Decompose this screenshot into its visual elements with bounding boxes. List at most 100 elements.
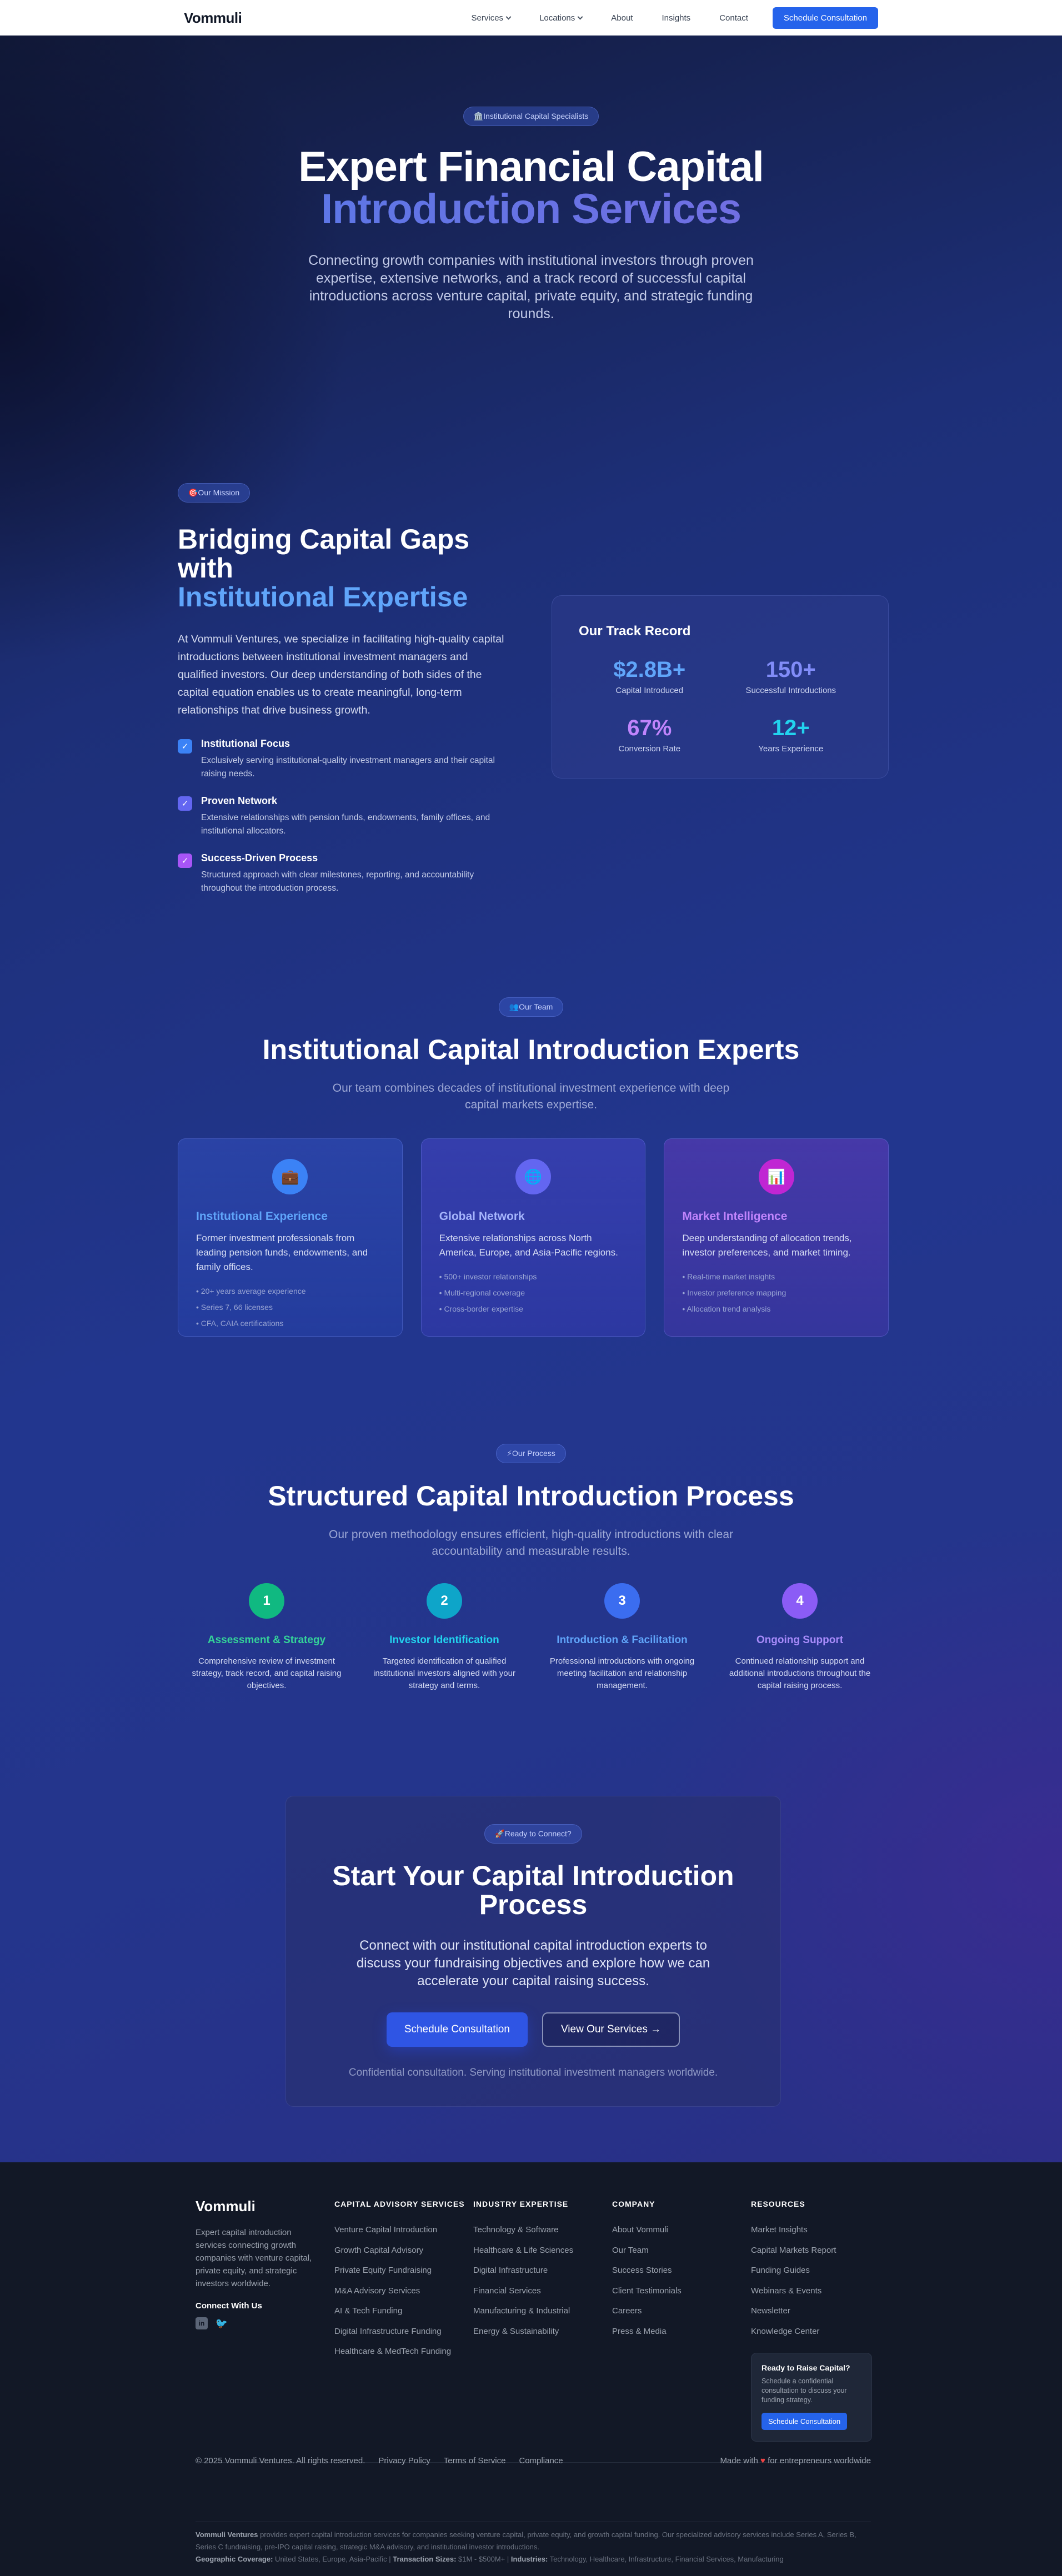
team-card-list: • Real-time market insights • Investor p… xyxy=(682,1269,870,1317)
feature-title: Proven Network xyxy=(201,795,278,806)
team-card-text: Deep understanding of allocation trends,… xyxy=(682,1233,852,1258)
geo-text: United States, Europe, Asia-Pacific | xyxy=(273,2555,393,2563)
site-logo[interactable]: Vommuli xyxy=(184,9,242,27)
briefcase-icon: 💼 xyxy=(272,1159,308,1194)
mission-title: Bridging Capital Gaps with Institutional… xyxy=(178,525,511,611)
industries-text: Technology, Healthcare, Infrastructure, … xyxy=(548,2555,784,2563)
team-card-title: Market Intelligence xyxy=(682,1210,788,1223)
nav-insights[interactable]: Insights xyxy=(662,13,690,23)
stat-label: Successful Introductions xyxy=(745,686,836,695)
footer-logo[interactable]: Vommuli xyxy=(196,2198,334,2215)
team-card-list: • 500+ investor relationships • Multi-re… xyxy=(439,1269,628,1317)
size-text: $1M - $500M+ | xyxy=(456,2555,511,2563)
schedule-consultation-button[interactable]: Schedule Consultation xyxy=(386,2012,528,2047)
stat-value: $2.8B+ xyxy=(613,657,686,682)
step-title: Investor Identification xyxy=(389,1634,499,1646)
twitter-icon[interactable]: 🐦 xyxy=(216,2317,228,2329)
team-badge: 👥Our Team xyxy=(498,997,564,1017)
footer-link[interactable]: Growth Capital Advisory xyxy=(334,2246,423,2255)
stat-item: 150+ Successful Introductions xyxy=(720,658,862,695)
list-item: • 20+ years average experience xyxy=(196,1287,306,1295)
feature-title: Institutional Focus xyxy=(201,738,290,749)
footer-link[interactable]: Client Testimonials xyxy=(612,2286,682,2296)
footer-link[interactable]: M&A Advisory Services xyxy=(334,2286,420,2296)
hero-title-line2: Introduction Services xyxy=(0,188,1062,230)
step-number: 1 xyxy=(249,1583,284,1619)
process-step: 3 Introduction & Facilitation Profession… xyxy=(533,1583,711,1692)
nav-schedule-consultation-button[interactable]: Schedule Consultation xyxy=(772,7,878,29)
footer-link[interactable]: Digital Infrastructure Funding xyxy=(334,2327,442,2336)
footer-schedule-button[interactable]: Schedule Consultation xyxy=(762,2413,848,2430)
footer-col-title: RESOURCES xyxy=(751,2200,805,2208)
linkedin-icon[interactable]: in xyxy=(196,2317,208,2329)
step-number: 3 xyxy=(604,1583,640,1619)
feature-item: ✓ Success-Driven Process Structured appro… xyxy=(178,852,511,895)
footer-link[interactable]: Private Equity Fundraising xyxy=(334,2266,432,2275)
ready-to-raise-card: Ready to Raise Capital? Schedule a confi… xyxy=(751,2353,872,2442)
connect-heading: Connect With Us xyxy=(196,2301,262,2311)
step-text: Targeted identification of qualified ins… xyxy=(373,1656,515,1690)
footer-description: Expert capital introduction services con… xyxy=(196,2228,312,2288)
footer-link[interactable]: Healthcare & MedTech Funding xyxy=(334,2347,451,2356)
step-number: 2 xyxy=(427,1583,462,1619)
nav-services[interactable]: Services xyxy=(472,13,512,23)
nav-about[interactable]: About xyxy=(611,13,633,23)
heart-icon: ♥ xyxy=(760,2456,765,2465)
step-text: Comprehensive review of investment strat… xyxy=(192,1656,342,1690)
ready-title: Ready to Raise Capital? xyxy=(762,2363,850,2372)
footer-link[interactable]: About Vommuli xyxy=(612,2225,668,2234)
footer-link[interactable]: Capital Markets Report xyxy=(751,2246,836,2255)
mission-title-line1: Bridging Capital Gaps with xyxy=(178,524,470,584)
footer-link[interactable]: Technology & Software xyxy=(473,2225,558,2234)
footer-link[interactable]: Funding Guides xyxy=(751,2266,810,2275)
nav-contact[interactable]: Contact xyxy=(719,13,748,23)
process-title: Structured Capital Introduction Process xyxy=(268,1480,794,1512)
process-step: 2 Investor Identification Targeted ident… xyxy=(355,1583,533,1692)
list-item: • Allocation trend analysis xyxy=(682,1304,771,1313)
compliance-link[interactable]: Compliance xyxy=(519,2456,563,2465)
footer-link[interactable]: AI & Tech Funding xyxy=(334,2306,402,2316)
copyright: © 2025 Vommuli Ventures. All rights rese… xyxy=(196,2456,365,2465)
footer-link[interactable]: Success Stories xyxy=(612,2266,672,2275)
process-steps: 1 Assessment & Strategy Comprehensive re… xyxy=(178,1583,889,1692)
footer-link[interactable]: Our Team xyxy=(612,2246,649,2255)
footer-link[interactable]: Newsletter xyxy=(751,2306,790,2316)
team-card-text: Extensive relationships across North Ame… xyxy=(439,1233,618,1258)
footer-col-title: COMPANY xyxy=(612,2200,655,2208)
footer-link[interactable]: Knowledge Center xyxy=(751,2327,819,2336)
geo-label: Geographic Coverage: xyxy=(196,2555,273,2563)
team-subtitle: Our team combines decades of institution… xyxy=(332,1082,730,1111)
privacy-policy-link[interactable]: Privacy Policy xyxy=(378,2456,430,2465)
hero-title-line1: Expert Financial Capital xyxy=(298,143,764,190)
footer-bottom-bar: © 2025 Vommuli Ventures. All rights rese… xyxy=(196,2456,871,2465)
footer-link[interactable]: Healthcare & Life Sciences xyxy=(473,2246,573,2255)
footer-link[interactable]: Manufacturing & Industrial xyxy=(473,2306,570,2316)
social-links: in 🐦 xyxy=(196,2317,334,2329)
footer-link[interactable]: Press & Media xyxy=(612,2327,667,2336)
process-step: 4 Ongoing Support Continued relationship… xyxy=(711,1583,889,1692)
footer-col-services: CAPITAL ADVISORY SERVICES Venture Capita… xyxy=(334,2198,473,2442)
footer-link[interactable]: Careers xyxy=(612,2306,642,2316)
team-card: 💼 Institutional Experience Former invest… xyxy=(178,1138,403,1337)
track-record-title: Our Track Record xyxy=(579,624,691,639)
footer-link[interactable]: Financial Services xyxy=(473,2286,541,2296)
step-title: Introduction & Facilitation xyxy=(557,1634,688,1646)
footer-link[interactable]: Venture Capital Introduction xyxy=(334,2225,437,2234)
terms-link[interactable]: Terms of Service xyxy=(444,2456,506,2465)
feature-text: Structured approach with clear milestone… xyxy=(201,870,474,893)
process-badge: ⚡Our Process xyxy=(496,1444,566,1463)
footer: Vommuli Expert capital introduction serv… xyxy=(0,2162,1062,2576)
nav-locations[interactable]: Locations xyxy=(539,13,583,23)
footer-link[interactable]: Webinars & Events xyxy=(751,2286,821,2296)
list-item: • 500+ investor relationships xyxy=(439,1272,537,1281)
step-text: Professional introductions with ongoing … xyxy=(549,1656,695,1690)
process-section: ⚡Our Process Structured Capital Introduc… xyxy=(0,1444,1062,1560)
feature-title: Success-Driven Process xyxy=(201,852,318,863)
list-item: • Cross-border expertise xyxy=(439,1304,523,1313)
footer-col-title: CAPITAL ADVISORY SERVICES xyxy=(334,2200,465,2208)
footer-link[interactable]: Market Insights xyxy=(751,2225,808,2234)
footer-brand: Vommuli Expert capital introduction serv… xyxy=(196,2198,334,2442)
footer-link[interactable]: Digital Infrastructure xyxy=(473,2266,548,2275)
view-services-button[interactable]: View Our Services → xyxy=(542,2012,680,2047)
footer-link[interactable]: Energy & Sustainability xyxy=(473,2327,559,2336)
